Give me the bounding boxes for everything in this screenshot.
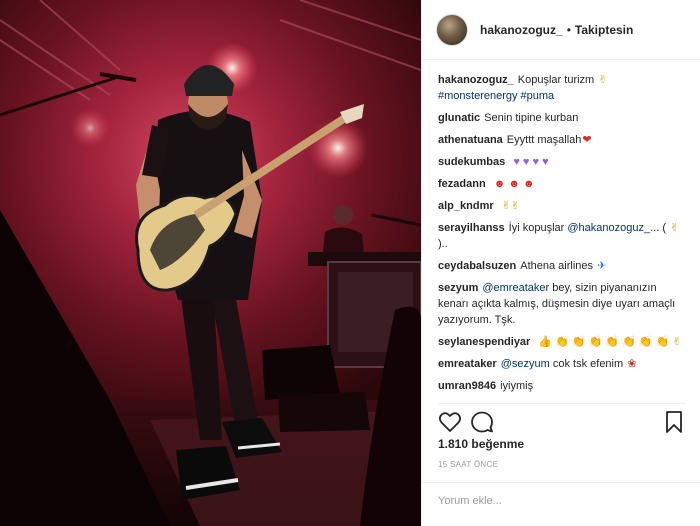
following-button[interactable]: Takiptesin (575, 23, 633, 37)
post-sidebar: hakanozoguz_ • Takiptesin hakanozoguz_ Ko… (421, 0, 700, 526)
rock-hand-emoji-icon: ✌ (670, 222, 680, 234)
heart-emoji-icon: ❤ (582, 134, 592, 146)
comment-item: alp_kndmr ✌✌ (438, 198, 688, 214)
comment-text: iyiymiş (500, 380, 534, 392)
comment-text: Senin tipine kurban (484, 112, 579, 124)
comment-text-tail: ... ( (650, 222, 670, 234)
comments-list[interactable]: hakanozoguz_ Kopuşlar turizm ✌ #monsteren… (438, 72, 688, 398)
comment-username[interactable]: glunatic (438, 112, 480, 124)
comment-username[interactable]: sudekumbas (438, 156, 505, 168)
caption-username[interactable]: hakanozoguz_ (438, 74, 514, 86)
comment-username[interactable]: serayilhanss (438, 222, 505, 234)
comment-item: umran9846 iyiymiş (438, 378, 688, 394)
bookmark-icon[interactable] (662, 410, 686, 434)
comment-username[interactable]: umran9846 (438, 380, 496, 392)
comment-item: seylanespendiyar 👍 👏 👏 👏 👏 👏 👏 👏 ✌ (438, 334, 688, 350)
action-bar (438, 403, 686, 433)
comment-username[interactable]: fezadann (438, 178, 486, 190)
post-timestamp[interactable]: 15 SAAT ÖNCE (438, 460, 498, 469)
rock-hand-emoji-icon: ✌ (598, 74, 608, 86)
rock-hand-emoji-icon: ✌✌ (501, 200, 521, 212)
comment-item: glunatic Senin tipine kurban (438, 110, 688, 126)
caption-text: Kopuşlar turizm (517, 74, 595, 86)
caption-hashtags[interactable]: #monsterenergy #puma (438, 90, 554, 102)
post-username[interactable]: hakanozoguz_ (480, 23, 563, 37)
comment-username[interactable]: seylanespendiyar (438, 336, 530, 348)
comment-mention[interactable]: @emreataker (482, 282, 549, 294)
rose-emoji-icon: ❀ (627, 358, 637, 370)
post-photo[interactable] (0, 0, 421, 526)
comment-mention[interactable]: @hakanozoguz_ (567, 222, 650, 234)
comment-text-end: ).. (438, 238, 448, 250)
clap-emoji-icon: 👍 👏 👏 👏 👏 👏 👏 👏 ✌ (538, 336, 682, 348)
comment-icon[interactable] (470, 410, 494, 434)
comment-text: Eyyttt maşallah (506, 134, 582, 146)
caption: hakanozoguz_ Kopuşlar turizm ✌ #monsteren… (438, 72, 688, 104)
comment-username[interactable]: ceydabalsuzen (438, 260, 516, 272)
separator-dot: • (566, 22, 571, 37)
airplane-emoji-icon: ✈ (597, 260, 607, 272)
avatar[interactable] (436, 13, 468, 46)
add-comment-input[interactable]: Yorum ekle... (422, 482, 700, 526)
comment-item: sezyum @emreataker bey, sizin piyananızın… (438, 280, 688, 328)
post-header: hakanozoguz_ • Takiptesin (422, 0, 700, 60)
like-count[interactable]: 1.810 beğenme (438, 437, 524, 451)
concert-photo-illustration (0, 0, 421, 526)
comment-item: fezadann ☻ ☻ ☻ (438, 176, 688, 192)
comment-mention[interactable]: @sezyum (501, 358, 550, 370)
comment-item: sudekumbas ♥ ♥ ♥ ♥ (438, 154, 688, 170)
comment-username[interactable]: sezyum (438, 282, 478, 294)
comment-item: serayilhanss İyi kopuşlar @hakanozoguz_..… (438, 220, 688, 252)
comment-item: emreataker @sezyum cok tsk efenim ❀ (438, 356, 688, 372)
comment-item: athenatuana Eyyttt maşallah❤ (438, 132, 688, 148)
comment-item: ceydabalsuzen Athena airlines ✈ (438, 258, 688, 274)
heart-icon[interactable] (438, 410, 462, 434)
devil-emoji-icon: ☻ ☻ ☻ (493, 178, 535, 190)
comment-username[interactable]: alp_kndmr (438, 200, 494, 212)
comment-text: İyi kopuşlar (508, 222, 565, 234)
comment-username[interactable]: athenatuana (438, 134, 503, 146)
comment-text: cok tsk efenim (552, 358, 624, 370)
comment-text: Athena airlines (520, 260, 594, 272)
purple-heart-emoji-icon: ♥ ♥ ♥ ♥ (513, 156, 549, 168)
comment-username[interactable]: emreataker (438, 358, 497, 370)
